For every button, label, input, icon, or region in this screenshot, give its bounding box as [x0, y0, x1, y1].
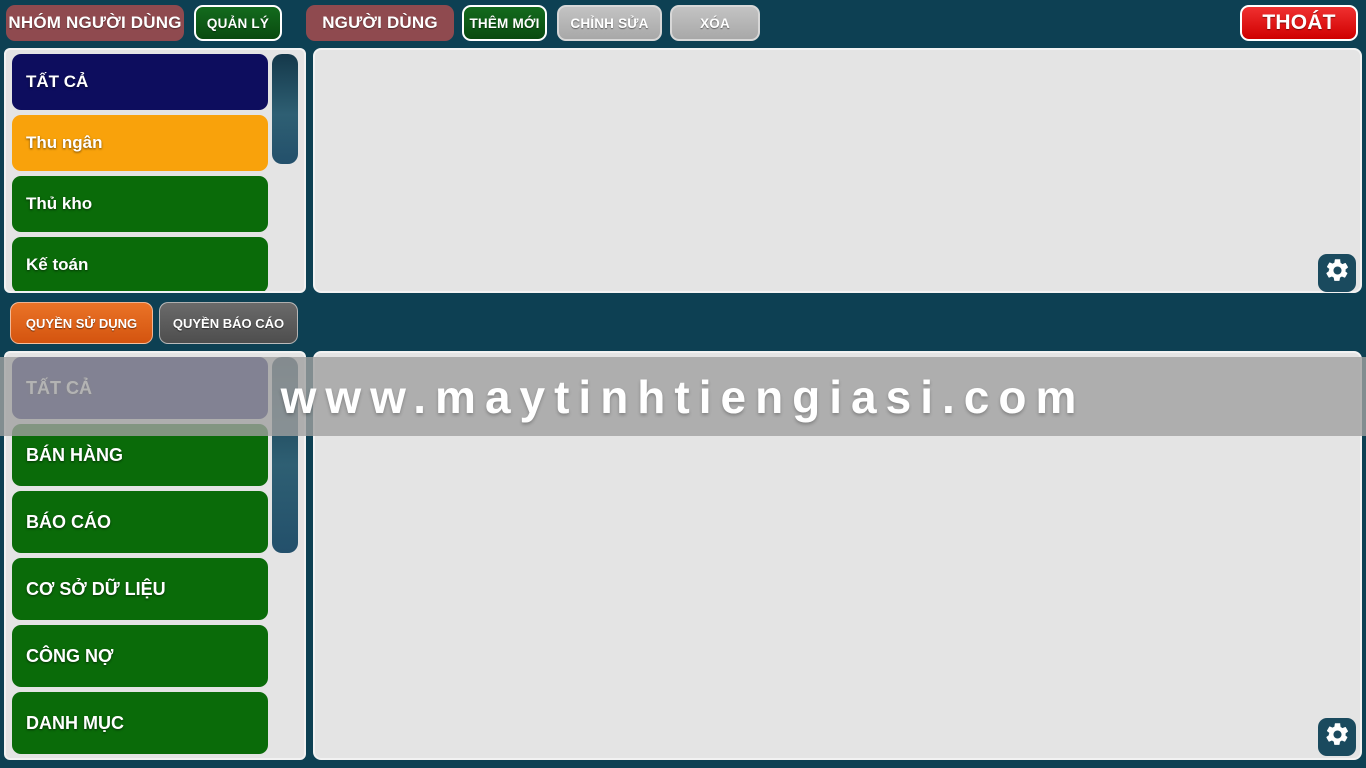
list-item-label: Thủ kho — [26, 194, 93, 213]
permission-items: TẤT CẢ BÁN HÀNG BÁO CÁO CƠ SỞ DỮ LIỆU CÔNG N… — [12, 357, 268, 758]
user-group-item-0[interactable]: TẤT CẢ — [12, 54, 268, 110]
permission-detail-panel[interactable] — [313, 351, 1362, 760]
permission-item-5[interactable]: DANH MỤC — [12, 692, 268, 754]
tab-report-permission[interactable]: QUYỀN BÁO CÁO — [159, 302, 298, 344]
list-item-label: BÁO CÁO — [26, 511, 111, 532]
user-group-item-1[interactable]: Thu ngân — [12, 115, 268, 171]
permission-item-4[interactable]: CÔNG NỢ — [12, 625, 268, 687]
gear-icon — [1324, 257, 1351, 289]
list-item-label: CÔNG NỢ — [26, 645, 114, 666]
permission-item-0[interactable]: TẤT CẢ — [12, 357, 268, 419]
user-group-list[interactable]: TẤT CẢ Thu ngân Thủ kho Kế toán — [4, 48, 306, 293]
list-item-label: BÁN HÀNG — [26, 444, 123, 465]
permission-item-2[interactable]: BÁO CÁO — [12, 491, 268, 553]
user-group-item-3[interactable]: Kế toán — [12, 237, 268, 291]
list-item-label: TẤT CẢ — [26, 377, 92, 398]
user-group-items: TẤT CẢ Thu ngân Thủ kho Kế toán — [12, 54, 268, 291]
gear-icon — [1324, 721, 1351, 753]
exit-button[interactable]: THOÁT — [1240, 5, 1358, 41]
user-detail-panel[interactable] — [313, 48, 1362, 293]
add-new-button[interactable]: THÊM MỚI — [462, 5, 547, 41]
permission-list[interactable]: TẤT CẢ BÁN HÀNG BÁO CÁO CƠ SỞ DỮ LIỆU CÔNG N… — [4, 351, 306, 760]
list-item-label: TẤT CẢ — [26, 72, 89, 91]
tab-usage-permission[interactable]: QUYỀN SỬ DỤNG — [10, 302, 153, 344]
user-group-scrollbar[interactable] — [272, 54, 298, 291]
list-item-label: CƠ SỞ DỮ LIỆU — [26, 578, 166, 599]
list-item-label: DANH MỤC — [26, 712, 124, 733]
list-item-label: Thu ngân — [26, 133, 103, 152]
user-group-item-2[interactable]: Thủ kho — [12, 176, 268, 232]
scrollbar-thumb[interactable] — [272, 357, 298, 553]
settings-button-top[interactable] — [1318, 254, 1356, 292]
permission-scrollbar[interactable] — [272, 357, 298, 758]
settings-button-bottom[interactable] — [1318, 718, 1356, 756]
user-title: NGƯỜI DÙNG — [306, 5, 454, 41]
top-toolbar: NHÓM NGƯỜI DÙNG QUẢN LÝ NGƯỜI DÙNG THÊM … — [0, 0, 1366, 45]
scrollbar-thumb[interactable] — [272, 54, 298, 164]
permission-item-3[interactable]: CƠ SỞ DỮ LIỆU — [12, 558, 268, 620]
user-group-title: NHÓM NGƯỜI DÙNG — [6, 5, 184, 41]
edit-button[interactable]: CHỈNH SỬA — [557, 5, 662, 41]
manage-button[interactable]: QUẢN LÝ — [194, 5, 282, 41]
list-item-label: Kế toán — [26, 255, 89, 274]
delete-button[interactable]: XÓA — [670, 5, 760, 41]
permission-item-1[interactable]: BÁN HÀNG — [12, 424, 268, 486]
